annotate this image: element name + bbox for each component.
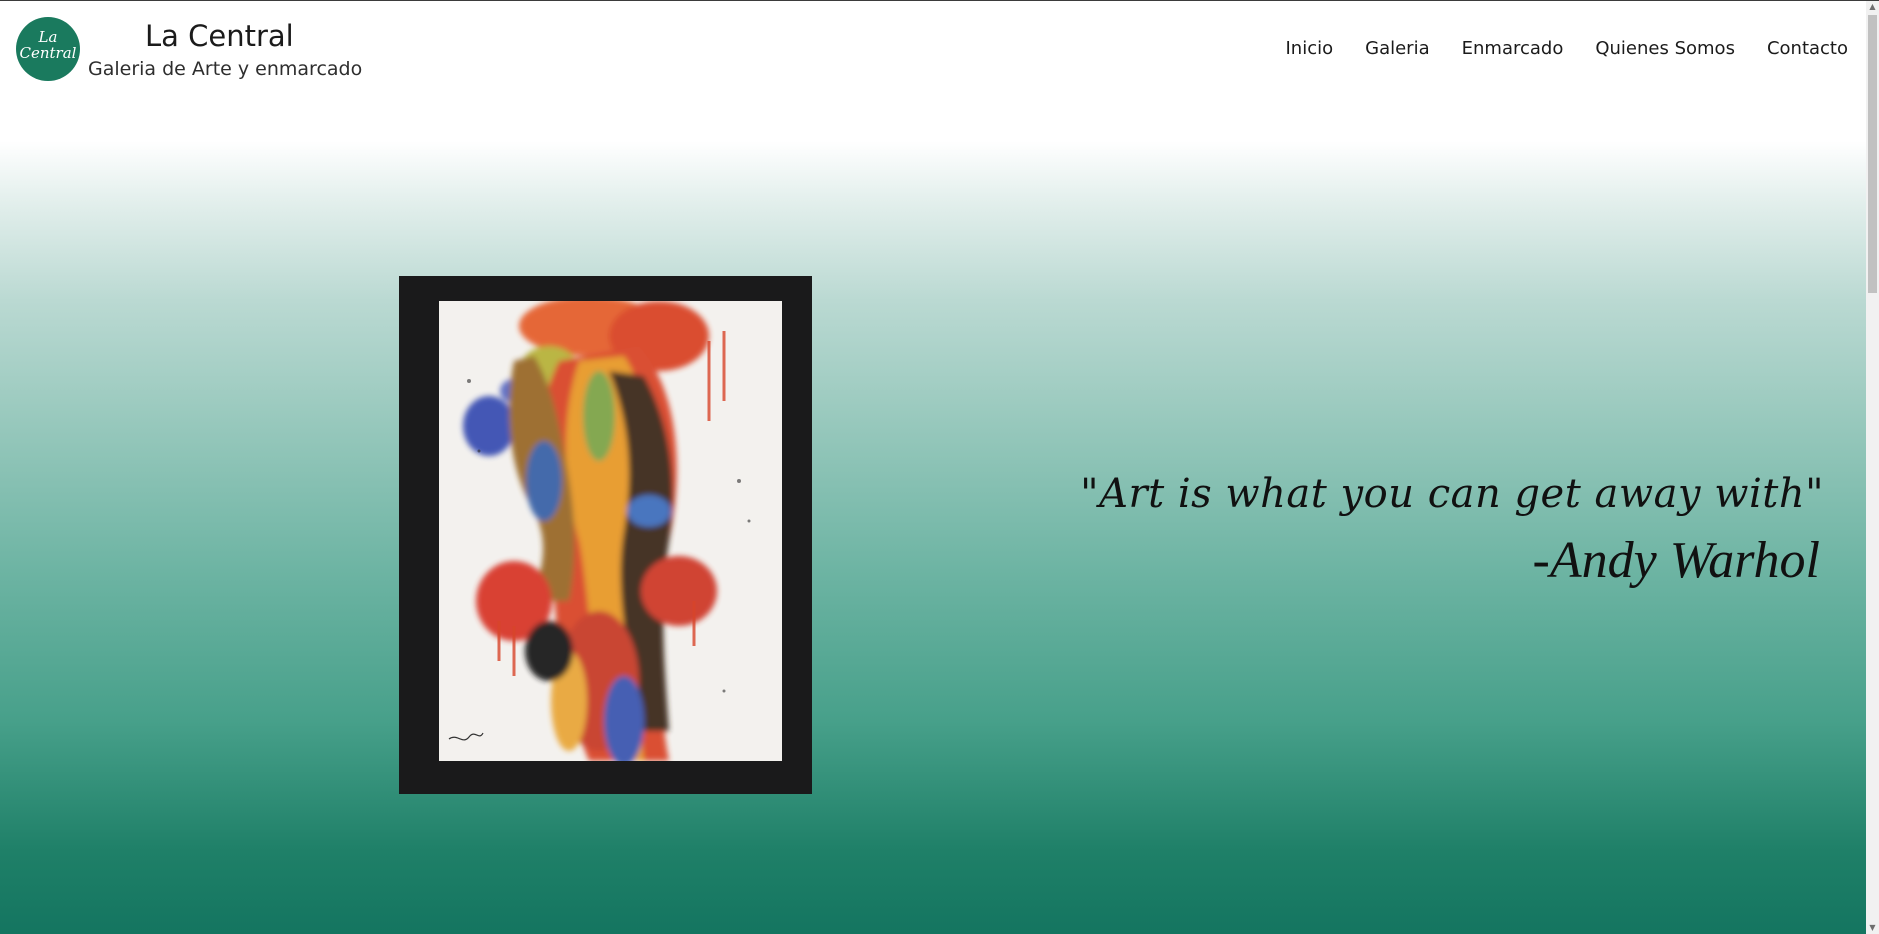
logo[interactable]: La Central [16,17,80,81]
scroll-up-arrow-icon[interactable]: ▲ [1866,1,1879,13]
abstract-painting-image [439,301,782,761]
vertical-scrollbar[interactable]: ▲ ▼ [1866,1,1879,934]
painting-frame[interactable] [399,276,812,794]
nav-item-contacto[interactable]: Contacto [1767,38,1848,59]
nav-item-quienes-somos[interactable]: Quienes Somos [1595,38,1735,59]
page-viewport: La Central La Central Galeria de Arte y … [0,1,1866,934]
quote-text: "Art is what you can get away with" [1080,471,1824,517]
nav-item-enmarcado[interactable]: Enmarcado [1462,38,1564,59]
logo-line-1: La [38,28,58,46]
scrollbar-thumb[interactable] [1868,15,1877,293]
site-header: La Central La Central Galeria de Arte y … [0,1,1866,101]
main-nav: Inicio Galeria Enmarcado Quienes Somos C… [1285,38,1848,59]
quote-author: -Andy Warhol [1532,532,1820,589]
window-top-border [0,0,1879,1]
logo-line-2: Central [19,44,77,62]
nav-item-galeria[interactable]: Galeria [1365,38,1430,59]
hero-quote: "Art is what you can get away with" -And… [1080,471,1824,590]
painting-image [439,301,782,761]
scroll-down-arrow-icon[interactable]: ▼ [1866,922,1879,934]
nav-item-inicio[interactable]: Inicio [1285,38,1333,59]
site-title[interactable]: La Central [145,19,294,53]
site-subtitle: Galeria de Arte y enmarcado [88,58,363,80]
